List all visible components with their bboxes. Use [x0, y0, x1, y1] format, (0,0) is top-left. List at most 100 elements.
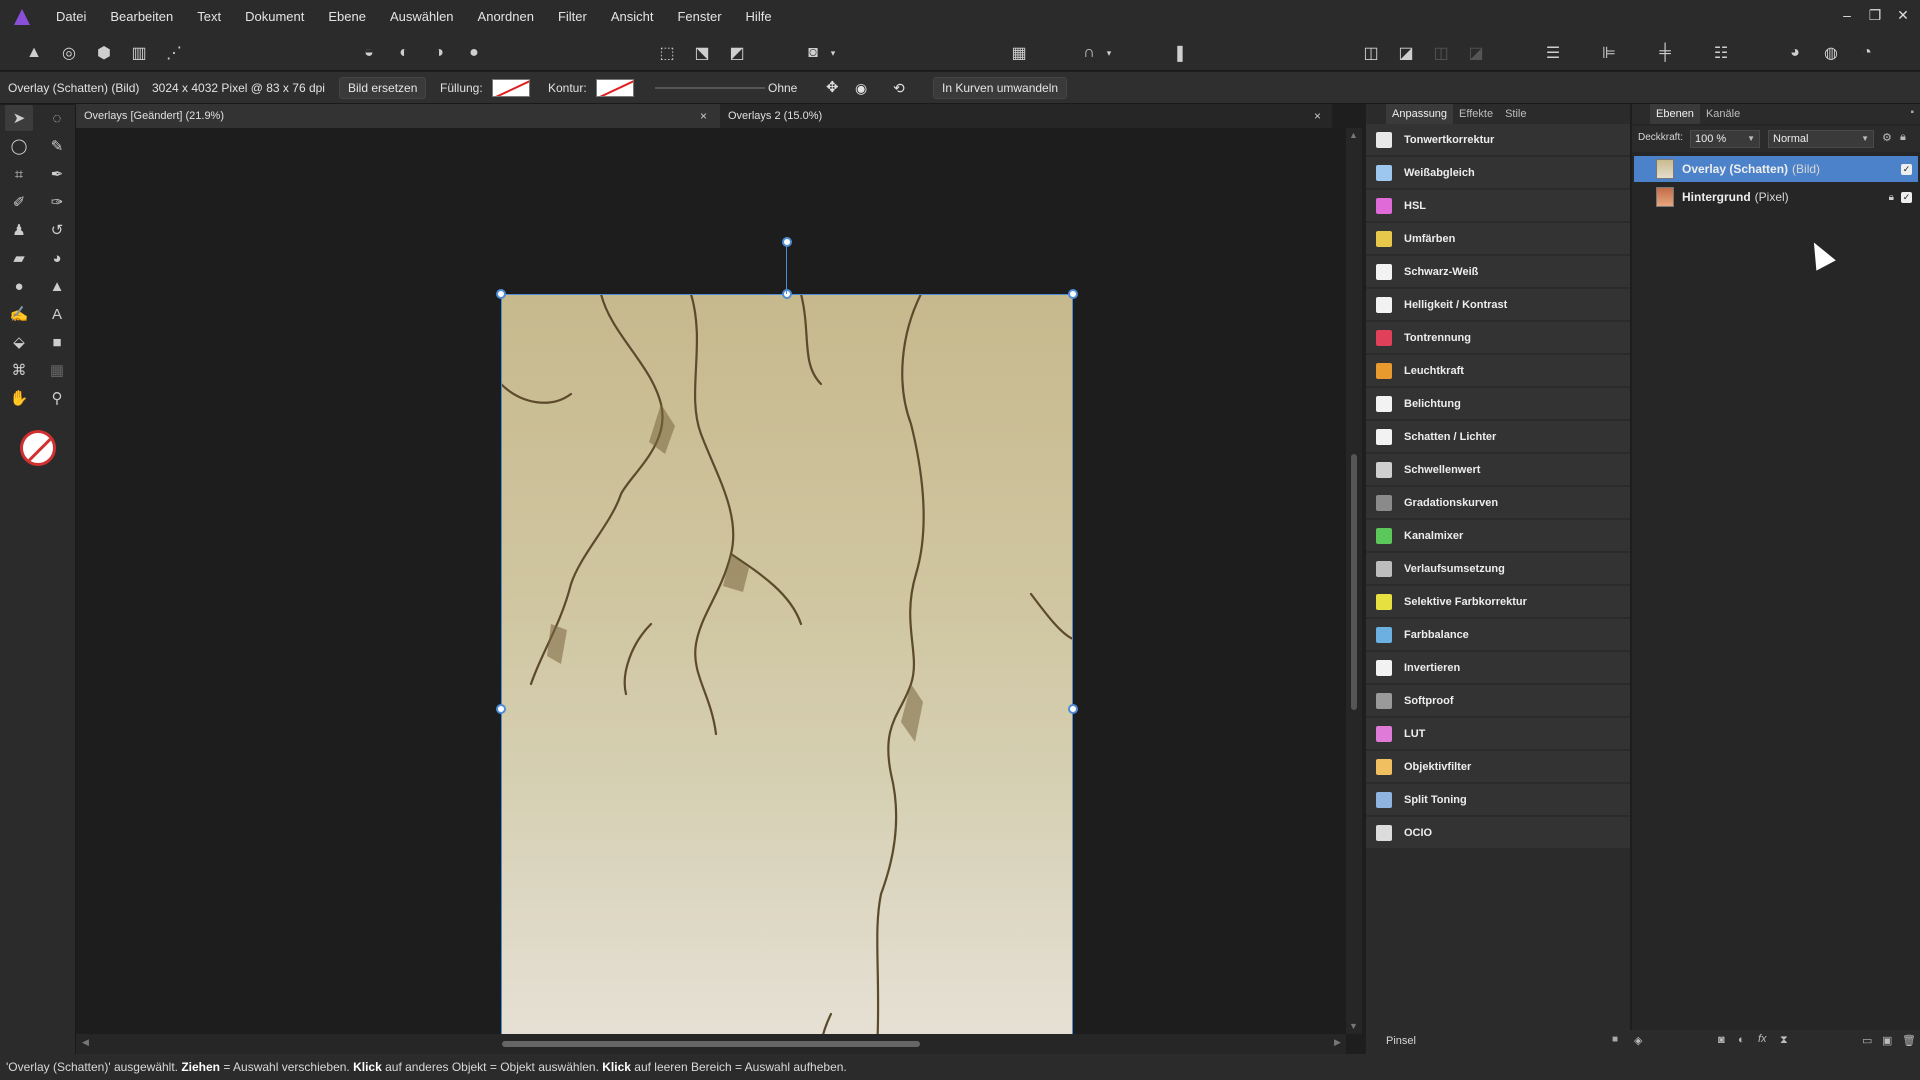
snapping-dropdown-icon[interactable]: ▾	[1102, 40, 1116, 66]
align-left-icon[interactable]: ☰	[1540, 40, 1566, 66]
convert-to-curves-button[interactable]: In Kurven umwandeln	[933, 77, 1068, 99]
adjustment-item[interactable]: Split Toning	[1366, 784, 1630, 816]
vertical-scroll-thumb[interactable]	[1351, 454, 1357, 710]
adjustment-item[interactable]: Invertieren	[1366, 652, 1630, 684]
layer-row-overlay[interactable]: Overlay (Schatten) (Bild) ✓	[1634, 156, 1918, 182]
info-icon[interactable]: ❚	[1167, 40, 1193, 66]
snapping-icon[interactable]: ∩	[1076, 40, 1102, 66]
opacity-input[interactable]: 100 % ▼	[1690, 130, 1760, 148]
vertical-scrollbar[interactable]: ▲ ▼	[1346, 128, 1362, 1034]
menu-text[interactable]: Text	[185, 0, 233, 34]
arrange-forward-icon[interactable]: ◪	[1393, 40, 1419, 66]
perspective-icon[interactable]: ▦	[43, 357, 71, 383]
adjustment-item[interactable]: Selektive Farbkorrektur	[1366, 586, 1630, 618]
stroke-swatch[interactable]	[596, 79, 634, 97]
move-icon[interactable]: ✥	[826, 72, 839, 104]
brush-panel-label[interactable]: Pinsel	[1386, 1035, 1416, 1047]
adjustment-layer-icon[interactable]: ◐	[1738, 1034, 1745, 1046]
adjustment-item[interactable]: Kanalmixer	[1366, 520, 1630, 552]
adjustment-item[interactable]: HSL	[1366, 190, 1630, 222]
freehand-select-icon[interactable]: ◯	[5, 133, 33, 159]
color-well[interactable]	[20, 430, 56, 466]
menu-anordnen[interactable]: Anordnen	[466, 0, 546, 34]
auto-colors-icon[interactable]: ◑	[426, 40, 452, 66]
boolean-intersect-icon[interactable]: ◔	[1854, 40, 1880, 66]
adjustment-item[interactable]: Belichtung	[1366, 388, 1630, 420]
fill-swatch[interactable]	[492, 79, 530, 97]
quick-mask-icon[interactable]: ◩	[724, 40, 750, 66]
resize-handle-top-left[interactable]	[496, 289, 506, 299]
overlay-image[interactable]	[501, 294, 1073, 1080]
adjustment-item[interactable]: Verlaufsumsetzung	[1366, 553, 1630, 585]
rect-marquee-icon[interactable]: ⬚	[654, 40, 680, 66]
layer-row-background[interactable]: Hintergrund (Pixel) 🔒︎ ✓	[1634, 184, 1918, 210]
document-tab-overlays[interactable]: Overlays [Geändert] (21.9%) ×	[76, 104, 720, 128]
photo-persona-icon[interactable]: ▲	[21, 40, 47, 66]
scroll-up-icon[interactable]: ▲	[1349, 130, 1358, 140]
adjustment-item[interactable]: Umfärben	[1366, 223, 1630, 255]
export-persona-icon[interactable]: ⋰	[161, 40, 187, 66]
mesh-warp-icon[interactable]: ⌘	[5, 357, 33, 383]
rotate-icon[interactable]: ⟲	[893, 72, 905, 104]
arrange-back-icon[interactable]: ◫	[1358, 40, 1384, 66]
develop-persona-icon[interactable]: ⬢	[91, 40, 117, 66]
zoom-tool-icon[interactable]: ⚲	[43, 385, 71, 411]
layer-lock-icon[interactable]: 🔒︎	[1889, 192, 1894, 203]
menu-fenster[interactable]: Fenster	[665, 0, 733, 34]
menu-ebene[interactable]: Ebene	[316, 0, 378, 34]
close-window-button[interactable]: ✕	[1889, 0, 1917, 30]
document-tab-overlays-2[interactable]: Overlays 2 (15.0%) ×	[720, 104, 1332, 128]
scroll-right-icon[interactable]: ▶	[1334, 1037, 1341, 1048]
layer-visibility-checkbox[interactable]: ✓	[1901, 163, 1912, 175]
scroll-left-icon[interactable]: ◀	[82, 1037, 89, 1048]
close-tab-icon[interactable]: ×	[700, 104, 707, 128]
menu-ansicht[interactable]: Ansicht	[599, 0, 666, 34]
selection-brush-icon[interactable]: ✎	[43, 133, 71, 159]
horizontal-scrollbar[interactable]: ◀ ▶	[76, 1034, 1346, 1054]
align-center-icon[interactable]: ⊫	[1596, 40, 1622, 66]
adjustment-item[interactable]: OCIO	[1366, 817, 1630, 849]
resize-handle-top[interactable]	[782, 289, 792, 299]
align-right-icon[interactable]: ☷	[1708, 40, 1734, 66]
panel-menu-icon[interactable]: ■	[1612, 1034, 1618, 1045]
lock-icon[interactable]: 🔒︎	[1900, 131, 1906, 144]
close-tab-icon[interactable]: ×	[1314, 104, 1321, 128]
crop-tool-icon[interactable]: ⌗	[5, 161, 33, 187]
text-tool-icon[interactable]: A	[43, 301, 71, 327]
layer-visibility-checkbox[interactable]: ✓	[1901, 191, 1912, 203]
blur-brush-icon[interactable]: ●	[5, 273, 33, 299]
pen-tool-icon[interactable]: ✍	[5, 301, 33, 327]
adjustment-item[interactable]: Schatten / Lichter	[1366, 421, 1630, 453]
panel-menu-icon[interactable]: ▪	[1910, 107, 1914, 118]
boolean-add-icon[interactable]: ◕	[1782, 40, 1808, 66]
affinity-photo-logo-icon[interactable]	[0, 0, 44, 34]
adjustment-item[interactable]: Leuchtkraft	[1366, 355, 1630, 387]
new-layer-icon[interactable]: ▣	[1882, 1034, 1892, 1047]
adjustment-item[interactable]: Objektivfilter	[1366, 751, 1630, 783]
tab-ebenen[interactable]: Ebenen	[1650, 104, 1700, 124]
auto-contrast-icon[interactable]: ◐	[391, 40, 417, 66]
lasso-tool-icon[interactable]: ◌	[43, 105, 71, 131]
adjustment-item[interactable]: Weißabgleich	[1366, 157, 1630, 189]
eyedropper-icon[interactable]: ✒	[43, 161, 71, 187]
hand-tool-icon[interactable]: ✋	[5, 385, 33, 411]
auto-levels-icon[interactable]: ◒	[356, 40, 382, 66]
tone-mapping-persona-icon[interactable]: ▥	[126, 40, 152, 66]
undo-brush-icon[interactable]: ↺	[43, 217, 71, 243]
tab-anpassung[interactable]: Anpassung	[1386, 104, 1454, 124]
new-group-icon[interactable]: ▭	[1862, 1034, 1872, 1047]
layer-stack-icon[interactable]: ◈	[1634, 1034, 1642, 1047]
menu-datei[interactable]: Datei	[44, 0, 98, 34]
clone-stamp-icon[interactable]: ♟	[5, 217, 33, 243]
replace-image-button[interactable]: Bild ersetzen	[339, 77, 427, 99]
chevron-down-icon[interactable]: ▾	[826, 40, 840, 66]
adjustment-item[interactable]: Tonwertkorrektur	[1366, 124, 1630, 156]
adjustment-item[interactable]: Tontrennung	[1366, 322, 1630, 354]
minimize-button[interactable]: –	[1833, 0, 1861, 30]
live-filter-icon[interactable]: ⧗	[1780, 1034, 1788, 1047]
gear-icon[interactable]: ⚙	[1882, 131, 1892, 144]
brush-icon[interactable]: ✑	[43, 189, 71, 215]
sharpen-icon[interactable]: ▲	[43, 273, 71, 299]
grid-snap-icon[interactable]: ▦	[1006, 40, 1032, 66]
visibility-icon[interactable]: ◉	[855, 72, 867, 104]
